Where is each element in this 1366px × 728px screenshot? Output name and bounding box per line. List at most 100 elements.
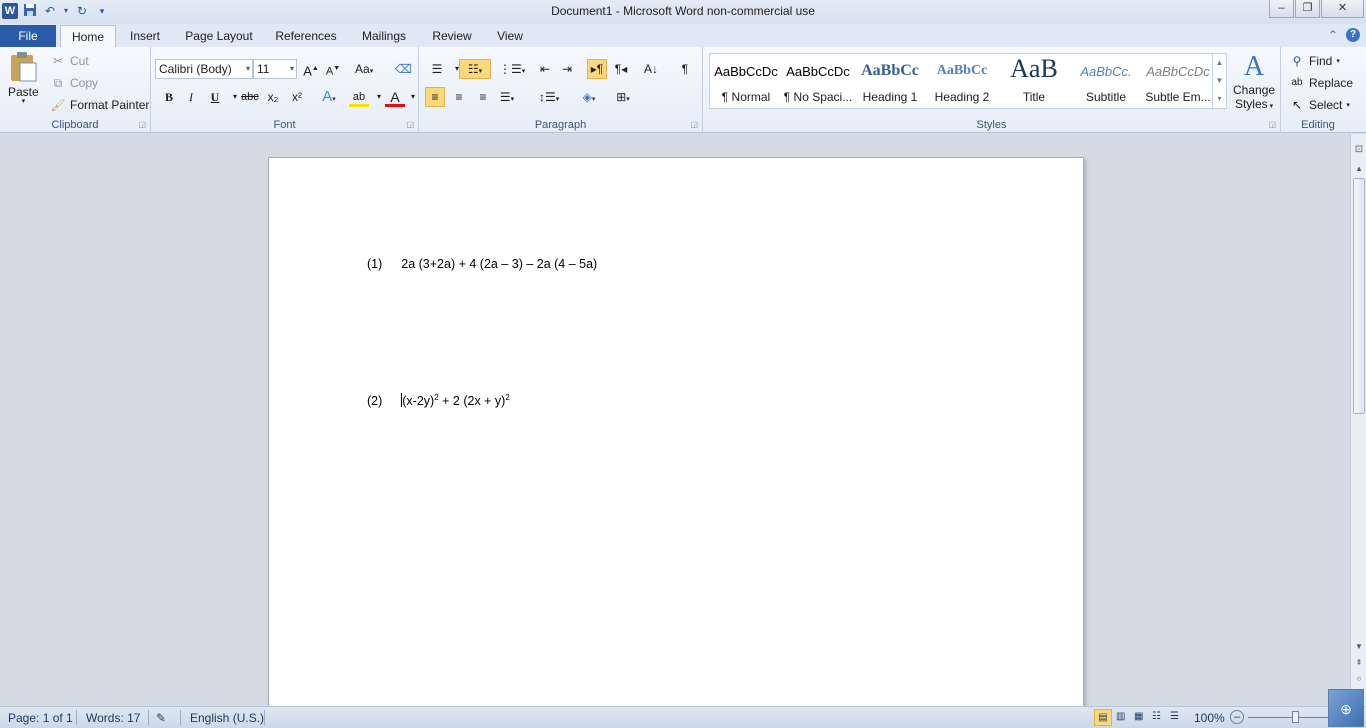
font-color-button[interactable]: A [385, 87, 405, 107]
clipboard-dialog-launcher-icon[interactable]: ◲ [138, 120, 146, 129]
numbering-icon[interactable]: ☷▾ [459, 59, 491, 79]
zoom-in-icon[interactable]: ⊕ [1328, 689, 1364, 727]
styles-more-icon[interactable]: ▾ [1213, 90, 1226, 108]
style-name: ¶ Normal [721, 90, 771, 104]
change-case-button[interactable]: Aa▾ [353, 59, 375, 79]
format-painter-button[interactable]: 🖌 Format Painter [50, 97, 149, 113]
styles-gallery-scroll[interactable]: ▲ ▼ ▾ [1212, 54, 1226, 110]
highlight-button[interactable]: ab [349, 87, 369, 107]
change-styles-label-2-text: Styles [1234, 97, 1268, 111]
bullets-icon[interactable]: ☰ [427, 59, 447, 79]
ltr-paragraph-icon[interactable]: ▸¶ [587, 59, 607, 79]
paragraph-dialog-launcher-icon[interactable]: ◲ [690, 120, 698, 129]
scroll-down-icon[interactable]: ▼ [1351, 642, 1366, 651]
equation-line-2[interactable]: (2) (x-2y)2 + 2 (2x + y)2 [367, 393, 510, 408]
italic-button[interactable]: I [181, 87, 201, 107]
language-indicator[interactable]: English (U.S.) [190, 711, 264, 725]
zoom-level[interactable]: 100% [1194, 711, 1225, 725]
shading-icon[interactable]: ◈▾ [579, 87, 599, 107]
scroll-up-icon[interactable]: ▲ [1351, 164, 1366, 173]
zoom-out-icon[interactable]: – [1230, 710, 1244, 724]
equation-line-1[interactable]: (1) 2a (3+2a) + 4 (2a – 3) – 2a (4 – 5a) [367, 257, 597, 271]
tab-references[interactable]: References [270, 25, 342, 47]
paste-button[interactable]: Paste ▾ [8, 51, 39, 105]
borders-icon[interactable]: ⊞▾ [613, 87, 633, 107]
ruler-toggle-icon[interactable]: ⊡ [1351, 144, 1366, 155]
font-name-value: Calibri (Body) [159, 62, 232, 76]
font-name-dropdown-icon[interactable]: ▾ [246, 60, 250, 78]
increase-indent-icon[interactable]: ⇥ [557, 59, 577, 79]
tab-review[interactable]: Review [426, 25, 478, 47]
find-button[interactable]: ⚲ Find ▾ [1289, 53, 1340, 69]
cut-button[interactable]: ✂ Cut [50, 53, 89, 69]
tab-insert[interactable]: Insert [122, 25, 168, 47]
style-heading-1[interactable]: AaBbCc Heading 1 [854, 54, 926, 110]
minimize-icon[interactable]: – [1269, 0, 1294, 18]
minimize-ribbon-icon[interactable]: ⌃ [1328, 28, 1338, 42]
cursor-arrow-icon: ↖ [1291, 98, 1303, 112]
page-count[interactable]: Page: 1 of 1 [8, 711, 73, 725]
tab-view[interactable]: View [490, 25, 530, 47]
style-heading-2[interactable]: AaBbCc Heading 2 [926, 54, 998, 110]
font-size-combo[interactable]: 11 ▾ [253, 59, 297, 79]
underline-button[interactable]: U [205, 87, 225, 107]
align-center-icon[interactable]: ≡ [449, 87, 469, 107]
rtl-paragraph-icon[interactable]: ¶◂ [611, 59, 631, 79]
style-normal[interactable]: AaBbCcDc ¶ Normal [710, 54, 782, 110]
word-count[interactable]: Words: 17 [86, 711, 140, 725]
tab-file[interactable]: File [0, 25, 56, 47]
styles-dialog-launcher-icon[interactable]: ◲ [1268, 120, 1276, 129]
subscript-button[interactable]: x₂ [263, 87, 283, 107]
clear-formatting-icon[interactable]: ⌫ [393, 59, 414, 79]
styles-scroll-down-icon[interactable]: ▼ [1213, 72, 1226, 90]
change-styles-button[interactable]: A Change Styles ▾ [1233, 51, 1275, 111]
superscript-button[interactable]: x² [287, 87, 307, 107]
style-subtle-emphasis[interactable]: AaBbCcDc Subtle Em... [1142, 54, 1214, 110]
help-icon[interactable]: ? [1346, 28, 1360, 42]
vertical-scrollbar[interactable]: ⊡ ▲ ▼ ⇞ ○ ⇟ [1350, 134, 1366, 706]
font-size-value: 11 [257, 62, 270, 76]
full-screen-reading-icon[interactable]: ▥ [1116, 711, 1125, 722]
justify-icon[interactable]: ☰▾ [497, 87, 517, 107]
web-layout-icon[interactable]: ▦ [1134, 711, 1143, 722]
draft-view-icon[interactable]: ☰ [1170, 711, 1179, 722]
close-icon[interactable]: ✕ [1321, 0, 1364, 18]
styles-scroll-up-icon[interactable]: ▲ [1213, 54, 1226, 72]
bold-button[interactable]: B [159, 87, 179, 107]
replace-button[interactable]: ab Replace [1289, 75, 1353, 91]
shrink-font-button[interactable]: A▼ [323, 59, 343, 79]
paste-dropdown-icon[interactable]: ▾ [22, 97, 26, 105]
restore-icon[interactable]: ❐ [1295, 0, 1320, 18]
multilevel-list-icon[interactable]: ⋮☰▾ [497, 59, 527, 79]
font-size-dropdown-icon[interactable]: ▾ [290, 60, 294, 78]
style-subtitle[interactable]: AaBbCc. Subtitle [1070, 54, 1142, 110]
editing-group-label: Editing [1301, 119, 1335, 131]
tab-home[interactable]: Home [60, 25, 116, 47]
text-effects-button[interactable]: A▾ [319, 87, 339, 107]
sort-icon[interactable]: A↓ [641, 59, 661, 79]
copy-button[interactable]: ⧉ Copy [50, 75, 98, 91]
line-spacing-icon[interactable]: ↕☰▾ [537, 87, 561, 107]
outline-view-icon[interactable]: ☷ [1152, 711, 1161, 722]
align-right-icon[interactable]: ≡ [473, 87, 493, 107]
style-title[interactable]: AaB Title [998, 54, 1070, 110]
font-dialog-launcher-icon[interactable]: ◲ [406, 120, 414, 129]
grow-font-button[interactable]: A▲ [301, 59, 321, 79]
show-marks-button[interactable]: ¶ [675, 59, 695, 79]
tab-mailings[interactable]: Mailings [354, 25, 414, 47]
select-button[interactable]: ↖ Select ▾ [1289, 97, 1350, 113]
print-layout-view-icon[interactable]: ▤ [1094, 709, 1112, 726]
scroll-thumb[interactable] [1353, 178, 1365, 414]
previous-page-icon[interactable]: ⇞ [1351, 658, 1366, 667]
strikethrough-button[interactable]: abc [239, 87, 261, 107]
browse-object-icon[interactable]: ○ [1351, 674, 1366, 683]
decrease-indent-icon[interactable]: ⇤ [535, 59, 555, 79]
align-left-icon[interactable]: ≡ [425, 87, 445, 107]
zoom-slider-thumb[interactable] [1292, 711, 1299, 723]
document-page[interactable]: (1) 2a (3+2a) + 4 (2a – 3) – 2a (4 – 5a)… [268, 157, 1084, 717]
style-no-spacing[interactable]: AaBbCcDc ¶ No Spaci... [782, 54, 854, 110]
copy-label: Copy [70, 76, 99, 90]
font-name-combo[interactable]: Calibri (Body) ▾ [155, 59, 253, 79]
proofing-icon[interactable]: ✎ [156, 711, 166, 725]
tab-page-layout[interactable]: Page Layout [180, 25, 258, 47]
